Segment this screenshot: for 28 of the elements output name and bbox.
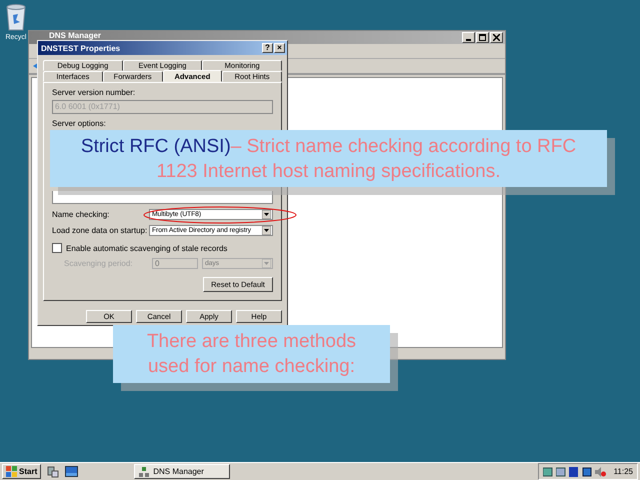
dropdown-arrow-icon[interactable]	[262, 226, 271, 235]
maximize-button[interactable]	[476, 32, 489, 43]
version-field: 6.0 6001 (0x1771)	[52, 100, 273, 114]
windows-logo-icon	[6, 466, 17, 477]
callout-text: Strict RFC (ANSI)– Strict name checking according to RFC 1123 Internet host naming specifications.	[80, 134, 578, 184]
field-label: Load zone data on startup:	[52, 226, 148, 235]
options-list[interactable]	[52, 191, 273, 204]
callout-text: There are three methods used for name checking:	[146, 330, 358, 379]
start-button[interactable]: Start	[2, 464, 42, 479]
taskbar-button[interactable]: DNS Manager	[134, 464, 230, 479]
window-title: DNS Manager	[49, 32, 102, 40]
help-button[interactable]: ?	[262, 43, 273, 53]
checkbox-label: Enable automatic scavenging of stale records	[66, 244, 228, 252]
field-label: Server options:	[52, 119, 106, 128]
dialog-title: DNSTEST Properties	[41, 44, 120, 52]
desktop-icon[interactable]	[65, 466, 78, 477]
field-label: Name checking:	[52, 210, 110, 219]
minimize-button[interactable]	[462, 32, 475, 43]
clock: 11:25	[614, 467, 633, 476]
checkbox[interactable]	[52, 243, 62, 253]
close-icon	[493, 34, 500, 41]
close-button[interactable]: ×	[274, 43, 285, 53]
dropdown-arrow-icon[interactable]	[262, 210, 271, 219]
network-tree-icon	[139, 466, 150, 476]
field-label: Server version number:	[52, 88, 136, 97]
maximize-icon	[479, 34, 486, 41]
recycle-bin-icon[interactable]	[5, 3, 27, 31]
close-button[interactable]	[490, 32, 503, 43]
